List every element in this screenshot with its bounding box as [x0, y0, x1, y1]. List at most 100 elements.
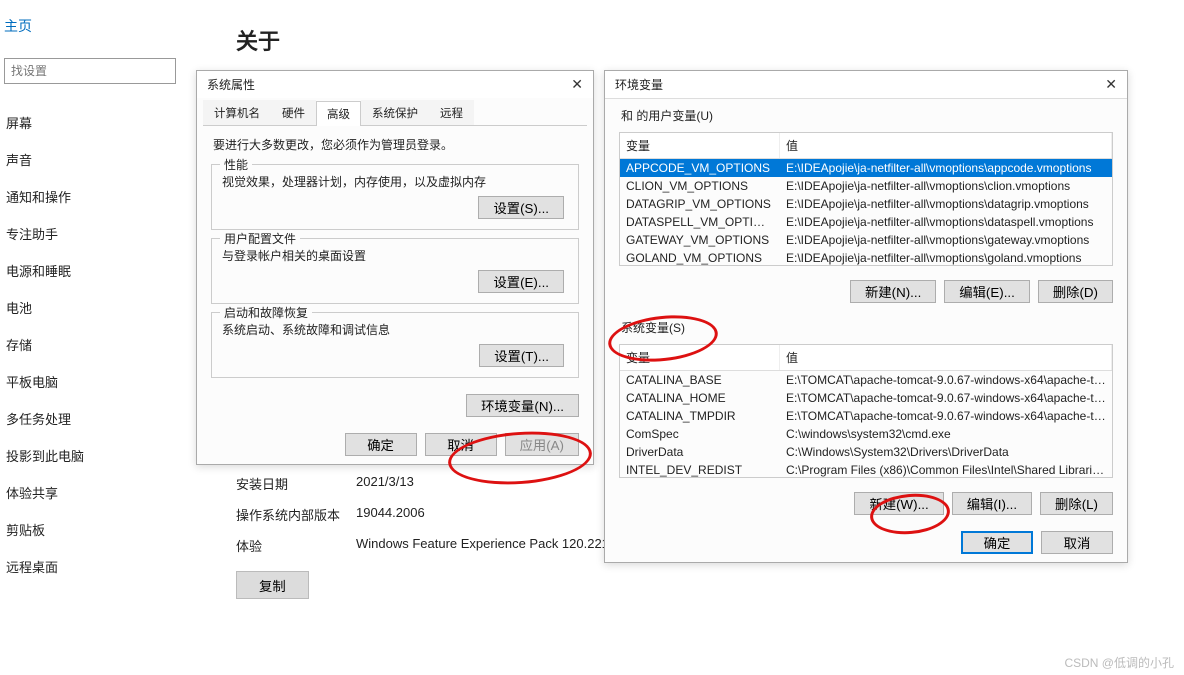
cell-val: E:\IDEApojie\ja-netfilter-all\vmoptions\…: [780, 196, 1112, 212]
search-input[interactable]: [4, 58, 176, 84]
cell-var: GATEWAY_VM_OPTIONS: [620, 232, 780, 248]
nav-item[interactable]: 声音: [0, 141, 200, 178]
info-label: 安装日期: [236, 474, 356, 493]
nav-item[interactable]: 屏幕: [0, 104, 200, 141]
tab[interactable]: 计算机名: [203, 100, 271, 125]
sys-edit-button[interactable]: 编辑(I)...: [952, 492, 1032, 515]
cell-var: DriverData: [620, 444, 780, 460]
nav-item[interactable]: 投影到此电脑: [0, 437, 200, 474]
nav-item[interactable]: 平板电脑: [0, 363, 200, 400]
table-row[interactable]: APPCODE_VM_OPTIONSE:\IDEApojie\ja-netfil…: [620, 159, 1112, 177]
cell-val: E:\IDEApojie\ja-netfilter-all\vmoptions\…: [780, 178, 1112, 194]
col-val[interactable]: 值: [780, 133, 1112, 158]
page-title: 关于: [236, 24, 1148, 56]
env-vars-dialog: 环境变量 ✕ 和 的用户变量(U) 变量值 APPCODE_VM_OPTIONS…: [604, 70, 1128, 563]
table-row[interactable]: GATEWAY_VM_OPTIONSE:\IDEApojie\ja-netfil…: [620, 231, 1112, 249]
nav-item[interactable]: 多任务处理: [0, 400, 200, 437]
admin-note: 要进行大多数更改，您必须作为管理员登录。: [197, 126, 593, 156]
cell-var: CATALINA_HOME: [620, 390, 780, 406]
sys-new-button[interactable]: 新建(W)...: [854, 492, 943, 515]
nav-item[interactable]: 剪贴板: [0, 511, 200, 548]
sys-delete-button[interactable]: 删除(L): [1040, 492, 1113, 515]
tab[interactable]: 硬件: [271, 100, 316, 125]
info-label: 体验: [236, 536, 356, 555]
group-text: 与登录帐户相关的桌面设置: [222, 247, 568, 264]
col-var[interactable]: 变量: [620, 345, 780, 370]
table-row[interactable]: CATALINA_TMPDIRE:\TOMCAT\apache-tomcat-9…: [620, 407, 1112, 425]
cell-val: C:\Program Files (x86)\Common Files\Inte…: [780, 462, 1112, 477]
cell-val: E:\TOMCAT\apache-tomcat-9.0.67-windows-x…: [780, 408, 1112, 424]
dialog-title: 环境变量: [615, 76, 663, 93]
cell-val: C:\Windows\System32\Drivers\DriverData: [780, 444, 1112, 460]
search-box: [4, 58, 196, 84]
startup-settings-button[interactable]: 设置(T)...: [479, 344, 564, 367]
user-vars-header: 和 的用户变量(U): [605, 99, 1127, 126]
nav-item[interactable]: 存储: [0, 326, 200, 363]
copy-button[interactable]: 复制: [236, 571, 309, 599]
close-icon[interactable]: ✕: [1105, 76, 1117, 93]
cell-val: E:\TOMCAT\apache-tomcat-9.0.67-windows-x…: [780, 390, 1112, 406]
cell-val: E:\IDEApojie\ja-netfilter-all\vmoptions\…: [780, 232, 1112, 248]
col-var[interactable]: 变量: [620, 133, 780, 158]
table-row[interactable]: DriverDataC:\Windows\System32\Drivers\Dr…: [620, 443, 1112, 461]
system-properties-dialog: 系统属性 ✕ 计算机名硬件高级系统保护远程 要进行大多数更改，您必须作为管理员登…: [196, 70, 594, 465]
group-title: 用户配置文件: [220, 230, 300, 247]
tab[interactable]: 系统保护: [361, 100, 429, 125]
cell-val: E:\IDEApojie\ja-netfilter-all\vmoptions\…: [780, 160, 1112, 176]
info-value: 2021/3/13: [356, 474, 414, 493]
ok-button[interactable]: 确定: [345, 433, 417, 456]
cell-var: CLION_VM_OPTIONS: [620, 178, 780, 194]
home-link[interactable]: 主页: [0, 10, 200, 54]
sys-vars-table[interactable]: 变量值 CATALINA_BASEE:\TOMCAT\apache-tomcat…: [619, 344, 1113, 478]
cell-val: E:\TOMCAT\apache-tomcat-9.0.67-windows-x…: [780, 372, 1112, 388]
table-row[interactable]: CATALINA_BASEE:\TOMCAT\apache-tomcat-9.0…: [620, 371, 1112, 389]
table-row[interactable]: CATALINA_HOMEE:\TOMCAT\apache-tomcat-9.0…: [620, 389, 1112, 407]
nav-item[interactable]: 体验共享: [0, 474, 200, 511]
profile-group: 用户配置文件 与登录帐户相关的桌面设置 设置(E)...: [211, 238, 579, 304]
cancel-button[interactable]: 取消: [425, 433, 497, 456]
ok-button[interactable]: 确定: [961, 531, 1033, 554]
cell-var: ComSpec: [620, 426, 780, 442]
apply-button[interactable]: 应用(A): [505, 433, 579, 456]
env-vars-button[interactable]: 环境变量(N)...: [466, 394, 579, 417]
table-row[interactable]: DATAGRIP_VM_OPTIONSE:\IDEApojie\ja-netfi…: [620, 195, 1112, 213]
group-text: 系统启动、系统故障和调试信息: [222, 321, 568, 338]
nav-item[interactable]: 远程桌面: [0, 548, 200, 585]
info-label: 操作系统内部版本: [236, 505, 356, 524]
nav-item[interactable]: 通知和操作: [0, 178, 200, 215]
table-row[interactable]: GOLAND_VM_OPTIONSE:\IDEApojie\ja-netfilt…: [620, 249, 1112, 265]
table-row[interactable]: ComSpecC:\windows\system32\cmd.exe: [620, 425, 1112, 443]
cell-val: E:\IDEApojie\ja-netfilter-all\vmoptions\…: [780, 250, 1112, 265]
table-row[interactable]: CLION_VM_OPTIONSE:\IDEApojie\ja-netfilte…: [620, 177, 1112, 195]
watermark: CSDN @低调的小孔: [1064, 654, 1174, 671]
cell-var: DATAGRIP_VM_OPTIONS: [620, 196, 780, 212]
cancel-button[interactable]: 取消: [1041, 531, 1113, 554]
nav-item[interactable]: 专注助手: [0, 215, 200, 252]
cell-var: GOLAND_VM_OPTIONS: [620, 250, 780, 265]
startup-group: 启动和故障恢复 系统启动、系统故障和调试信息 设置(T)...: [211, 312, 579, 378]
performance-group: 性能 视觉效果，处理器计划，内存使用，以及虚拟内存 设置(S)...: [211, 164, 579, 230]
cell-var: DATASPELL_VM_OPTIONS: [620, 214, 780, 230]
settings-sidebar: 主页 屏幕声音通知和操作专注助手电源和睡眠电池存储平板电脑多任务处理投影到此电脑…: [0, 0, 200, 675]
profile-settings-button[interactable]: 设置(E)...: [478, 270, 564, 293]
cell-var: CATALINA_TMPDIR: [620, 408, 780, 424]
perf-settings-button[interactable]: 设置(S)...: [478, 196, 564, 219]
tab[interactable]: 远程: [429, 100, 474, 125]
table-row[interactable]: INTEL_DEV_REDISTC:\Program Files (x86)\C…: [620, 461, 1112, 477]
user-vars-table[interactable]: 变量值 APPCODE_VM_OPTIONSE:\IDEApojie\ja-ne…: [619, 132, 1113, 266]
cell-val: C:\windows\system32\cmd.exe: [780, 426, 1112, 442]
cell-var: APPCODE_VM_OPTIONS: [620, 160, 780, 176]
cell-val: E:\IDEApojie\ja-netfilter-all\vmoptions\…: [780, 214, 1112, 230]
tab[interactable]: 高级: [316, 101, 361, 126]
user-delete-button[interactable]: 删除(D): [1038, 280, 1113, 303]
cell-var: CATALINA_BASE: [620, 372, 780, 388]
close-icon[interactable]: ✕: [571, 76, 583, 93]
user-new-button[interactable]: 新建(N)...: [850, 280, 936, 303]
nav-item[interactable]: 电池: [0, 289, 200, 326]
table-row[interactable]: DATASPELL_VM_OPTIONSE:\IDEApojie\ja-netf…: [620, 213, 1112, 231]
nav-item[interactable]: 电源和睡眠: [0, 252, 200, 289]
cell-var: INTEL_DEV_REDIST: [620, 462, 780, 477]
group-text: 视觉效果，处理器计划，内存使用，以及虚拟内存: [222, 173, 568, 190]
col-val[interactable]: 值: [780, 345, 1112, 370]
user-edit-button[interactable]: 编辑(E)...: [944, 280, 1030, 303]
